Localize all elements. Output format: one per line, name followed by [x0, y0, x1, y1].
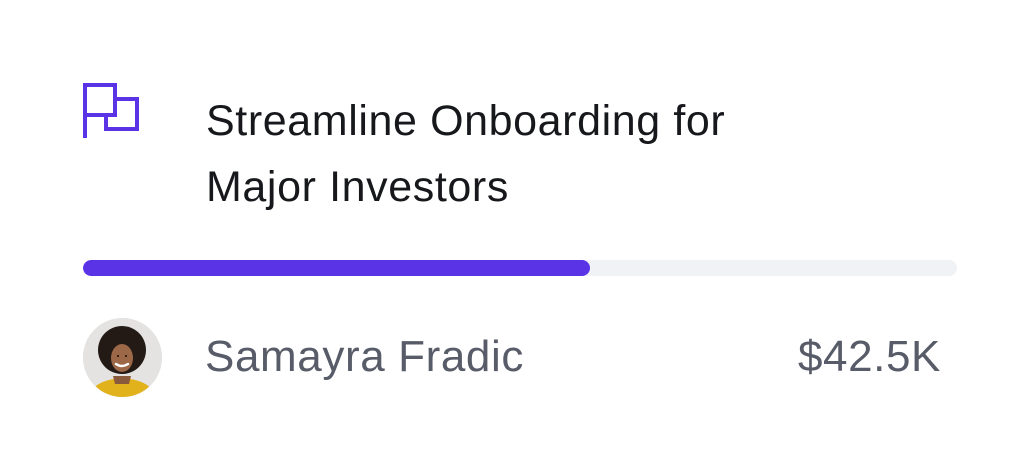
goal-title-line-2: Major Investors [206, 163, 509, 211]
progress-bar-fill [83, 260, 590, 276]
avatar-photo [83, 318, 162, 397]
progress-bar [83, 260, 957, 276]
goal-title-line-1: Streamline Onboarding for [206, 97, 726, 145]
goal-title: Streamline Onboarding for Major Investor… [206, 88, 906, 220]
goal-card[interactable]: Streamline Onboarding for Major Investor… [0, 0, 1027, 475]
avatar[interactable] [83, 318, 162, 397]
amount-value: $42.5K [797, 332, 941, 381]
owner-name: Samayra Fradic [205, 332, 524, 381]
flag-icon [83, 83, 139, 138]
